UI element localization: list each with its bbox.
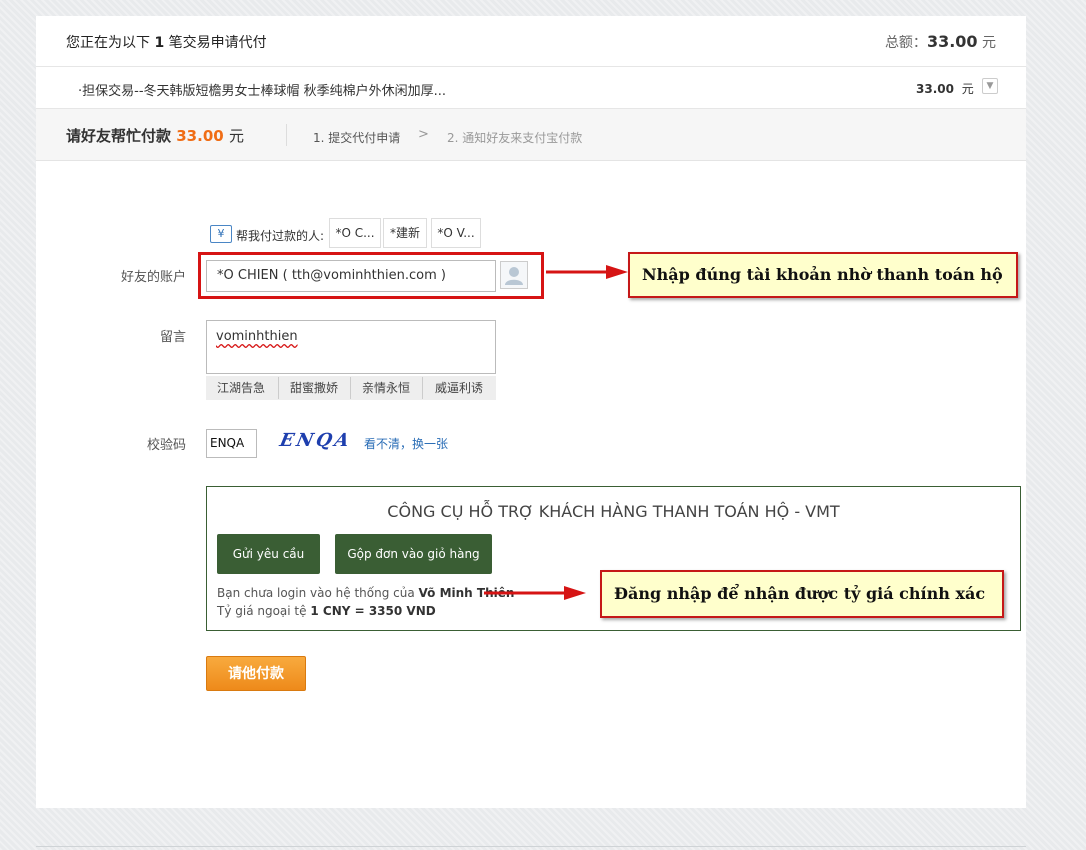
exchange-rate: Tỷ giá ngoại tệ 1 CNY = 3350 VND — [217, 604, 436, 618]
quick-message-4[interactable]: 威逼利诱 — [422, 377, 495, 399]
captcha-input[interactable]: ENQA — [206, 429, 257, 458]
title-prefix: 您正在为以下 — [66, 35, 150, 51]
request-unit: 元 — [228, 127, 244, 145]
order-name: ·担保交易--冬天韩版短檐男女士棒球帽 秋季纯棉户外休闲加厚... — [78, 84, 447, 99]
ask-friend-pay-button[interactable]: 请他付款 — [206, 656, 306, 691]
total-unit: 元 — [982, 35, 996, 51]
message-textarea[interactable]: vominhthien — [206, 320, 496, 374]
quick-message-1[interactable]: 江湖告急 — [206, 377, 276, 399]
order-amount-unit: 元 — [961, 82, 974, 96]
captcha-image-text: ENQA — [277, 430, 355, 451]
annotation-arrow-2 — [484, 586, 586, 600]
account-callout: Nhập đúng tài khoản nhờ thanh toán hộ — [628, 252, 1018, 298]
total-label: 总额： — [884, 35, 927, 51]
login-notice: Bạn chưa login vào hệ thống của Võ Minh … — [217, 586, 514, 600]
title-suffix: 笔交易申请代付 — [168, 35, 267, 51]
send-request-button[interactable]: Gửi yêu cầu — [217, 534, 320, 574]
tool-title: CÔNG CỤ HỖ TRỢ KHÁCH HÀNG THANH TOÁN HỘ … — [387, 502, 840, 521]
chevron-down-icon[interactable]: ▼ — [982, 78, 998, 94]
quick-message-2[interactable]: 甜蜜撒娇 — [278, 377, 349, 399]
account-input[interactable]: *O CHIEN ( tth@vominhthien.com ) — [206, 260, 496, 292]
add-to-cart-button[interactable]: Gộp đơn vào giỏ hàng — [335, 534, 492, 574]
friend-tab-1[interactable]: *O C... — [329, 218, 381, 248]
request-title: 请好友帮忙付款 33.00 元 — [66, 125, 244, 146]
exchange-rate-value: 1 CNY = 3350 VND — [310, 604, 436, 618]
request-amount: 33.00 — [176, 127, 224, 145]
total-value: 33.00 — [926, 32, 978, 51]
step-1: 1. 提交代付申请 — [313, 131, 401, 145]
total-amount: 总额：33.00 元 — [885, 32, 996, 52]
person-icon[interactable] — [500, 261, 528, 289]
order-amount: 33.00 元 — [916, 80, 974, 97]
login-notice-text: Bạn chưa login vào hệ thống của — [217, 586, 415, 600]
friend-tab-2[interactable]: *建新 — [383, 218, 427, 248]
friend-tab-3[interactable]: *O V... — [431, 218, 481, 248]
currency-yen-icon: ¥ — [210, 225, 232, 243]
page-title: 您正在为以下 1 笔交易申请代付 — [66, 32, 267, 52]
step-divider — [286, 124, 287, 146]
account-label: 好友的账户 — [120, 270, 186, 285]
annotation-arrow-1 — [546, 265, 628, 279]
step-2: 2. 通知好友来支付宝付款 — [447, 131, 583, 145]
title-count: 1 — [154, 35, 165, 51]
order-amount-value: 33.00 — [916, 82, 954, 96]
footer-divider — [36, 846, 1026, 847]
exchange-rate-label: Tỷ giá ngoại tệ — [217, 604, 307, 618]
friends-label: 帮我付过款的人: — [236, 229, 325, 243]
captcha-image: ENQA — [264, 428, 360, 457]
captcha-label: 校验码 — [146, 438, 186, 453]
quick-message-3[interactable]: 亲情永恒 — [350, 377, 421, 399]
step-arrow: > — [418, 127, 429, 142]
request-title-text: 请好友帮忙付款 — [66, 127, 172, 145]
login-callout: Đăng nhập để nhận được tỷ giá chính xác — [600, 570, 1004, 618]
message-label: 留言 — [159, 330, 186, 345]
captcha-refresh-link[interactable]: 看不清，换一张 — [364, 435, 448, 452]
